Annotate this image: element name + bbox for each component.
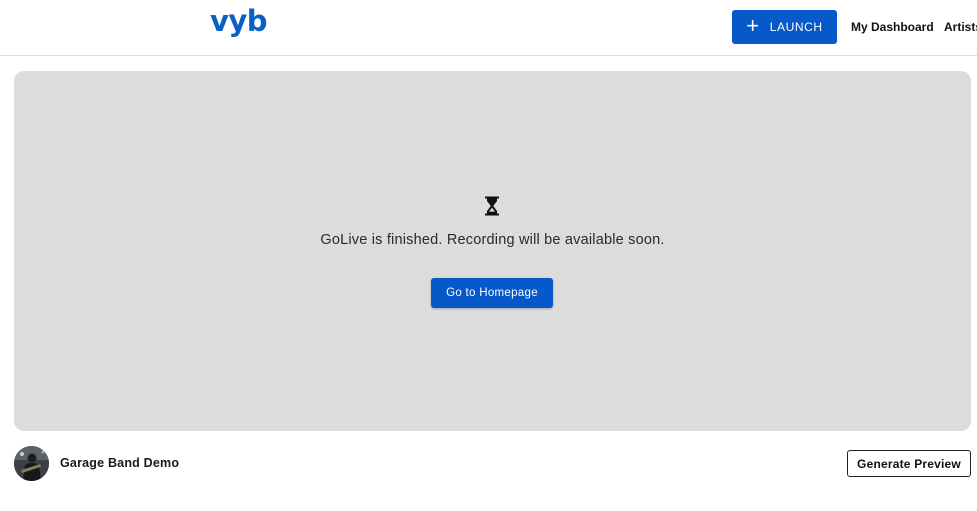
plus-icon: + <box>746 13 760 38</box>
event-info-row: Garage Band Demo Generate Preview <box>0 440 977 490</box>
top-header: vyb + LAUNCH My Dashboard Artists <box>0 0 977 56</box>
launch-label: LAUNCH <box>769 20 823 34</box>
event-title: Garage Band Demo <box>60 456 180 470</box>
launch-button[interactable]: + LAUNCH <box>732 10 837 44</box>
nav-artists[interactable]: Artists <box>944 20 977 34</box>
status-message: GoLive is finished. Recording will be av… <box>320 232 665 248</box>
avatar-image <box>14 446 49 481</box>
go-to-homepage-button[interactable]: Go to Homepage <box>431 278 553 308</box>
generate-preview-button[interactable]: Generate Preview <box>847 450 971 477</box>
avatar <box>14 446 49 481</box>
video-stage: GoLive is finished. Recording will be av… <box>14 71 971 431</box>
hourglass-icon <box>485 196 499 216</box>
nav-my-dashboard[interactable]: My Dashboard <box>851 20 934 34</box>
vyb-logo[interactable]: vyb <box>210 4 268 38</box>
